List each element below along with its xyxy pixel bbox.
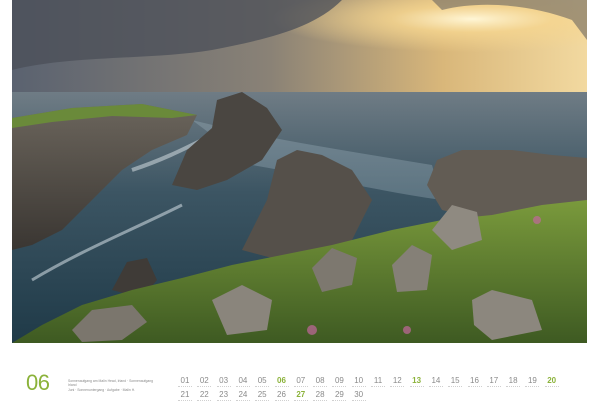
day-number: 26 bbox=[277, 390, 286, 399]
day-number: 29 bbox=[334, 390, 344, 399]
day-number: 27 bbox=[296, 390, 306, 399]
calendar-day: 27 bbox=[292, 390, 310, 403]
photo-caption: Sonnenaufgang am Malin Head, Irland · So… bbox=[68, 379, 178, 392]
calendar-day: 14 bbox=[427, 376, 445, 389]
day-note-line bbox=[390, 386, 405, 389]
calendar-day: 07 bbox=[292, 376, 310, 389]
day-note-line bbox=[544, 386, 559, 389]
calendar-day: 09 bbox=[330, 376, 348, 389]
day-note-line bbox=[351, 386, 366, 389]
day-note-line bbox=[197, 386, 212, 389]
calendar-day: 28 bbox=[311, 390, 329, 403]
day-number: 20 bbox=[547, 376, 557, 385]
calendar-day: 06 bbox=[273, 376, 291, 389]
day-number: 22 bbox=[199, 390, 209, 399]
day-note-line bbox=[486, 386, 501, 389]
calendar-footer: 06 Sonnenaufgang am Malin Head, Irland ·… bbox=[0, 343, 600, 403]
calendar-day: 02 bbox=[195, 376, 213, 389]
calendar-day: 23 bbox=[215, 390, 233, 403]
day-number: 09 bbox=[334, 376, 344, 385]
day-number: 23 bbox=[219, 390, 229, 399]
day-note-line bbox=[313, 386, 328, 389]
calendar-day: 04 bbox=[234, 376, 252, 389]
calendar-day: 05 bbox=[253, 376, 271, 389]
day-number: 25 bbox=[257, 390, 267, 399]
calendar-day: 24 bbox=[234, 390, 252, 403]
day-number: 30 bbox=[354, 390, 364, 399]
day-number: 14 bbox=[431, 376, 441, 385]
calendar-day: 26 bbox=[273, 390, 291, 403]
day-number: 08 bbox=[315, 376, 325, 385]
day-note-line bbox=[235, 386, 250, 389]
day-number: 10 bbox=[354, 376, 364, 385]
day-note-line bbox=[332, 386, 347, 389]
day-note-line bbox=[371, 386, 385, 389]
calendar-day: 17 bbox=[485, 376, 503, 389]
day-note-line bbox=[255, 386, 270, 389]
day-note-line bbox=[293, 386, 308, 389]
day-note-line bbox=[448, 386, 463, 389]
calendar-day: 10 bbox=[350, 376, 368, 389]
day-grid: 01 02 03 04 05 06 07 08 09 10 11 12 13 14 15 16 17 18 19 20… bbox=[176, 376, 596, 403]
calendar-day: 03 bbox=[215, 376, 233, 389]
day-note-line bbox=[274, 386, 289, 389]
day-note-line bbox=[409, 386, 424, 389]
calendar-day: 25 bbox=[253, 390, 271, 403]
calendar-day: 12 bbox=[388, 376, 406, 389]
day-number: 28 bbox=[315, 390, 325, 399]
day-number: 19 bbox=[527, 376, 537, 385]
day-note-line bbox=[216, 386, 231, 389]
day-number: 16 bbox=[470, 376, 479, 385]
day-note-line bbox=[428, 386, 443, 389]
day-number: 15 bbox=[450, 376, 460, 385]
day-number: 06 bbox=[277, 376, 286, 385]
day-number: 11 bbox=[373, 376, 383, 385]
calendar-day: 08 bbox=[311, 376, 329, 389]
day-number: 07 bbox=[296, 376, 306, 385]
day-number: 13 bbox=[412, 376, 422, 385]
day-note-line bbox=[525, 386, 540, 389]
calendar-day: 16 bbox=[466, 376, 484, 389]
calendar-day: 15 bbox=[446, 376, 464, 389]
day-number: 02 bbox=[199, 376, 209, 385]
day-number: 05 bbox=[257, 376, 267, 385]
day-note-line bbox=[506, 386, 521, 389]
day-number: 24 bbox=[238, 390, 248, 399]
day-number: 01 bbox=[180, 376, 190, 385]
calendar-day: 19 bbox=[523, 376, 541, 389]
day-number: 04 bbox=[238, 376, 248, 385]
calendar-day: 01 bbox=[176, 376, 194, 389]
calendar-day: 18 bbox=[504, 376, 522, 389]
day-number: 18 bbox=[508, 376, 518, 385]
day-number: 17 bbox=[489, 376, 499, 385]
day-number: 12 bbox=[392, 376, 402, 385]
day-note-line bbox=[467, 386, 482, 389]
calendar-day: 30 bbox=[350, 390, 368, 403]
calendar-day: 29 bbox=[330, 390, 348, 403]
month-number: 06 bbox=[26, 370, 50, 395]
calendar-day: 21 bbox=[176, 390, 194, 403]
calendar-day: 20 bbox=[543, 376, 561, 389]
day-note-line bbox=[178, 386, 192, 389]
day-number: 21 bbox=[180, 390, 190, 399]
calendar-day: 11 bbox=[369, 376, 387, 389]
day-number: 03 bbox=[219, 376, 229, 385]
calendar-day: 22 bbox=[195, 390, 213, 403]
caption-line: Juni · Sonnenuntergang · Aufgabe · Malin… bbox=[68, 387, 136, 392]
calendar-photo bbox=[12, 0, 587, 343]
calendar-day: 13 bbox=[408, 376, 426, 389]
